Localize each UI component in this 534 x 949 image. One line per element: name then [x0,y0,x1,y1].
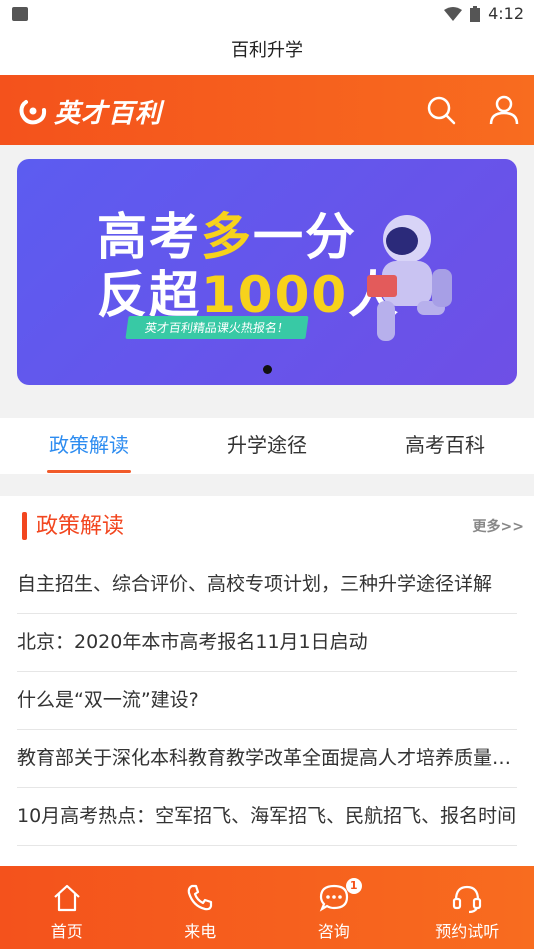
status-time: 4:12 [488,4,524,23]
section-title: 政策解读 [36,514,125,539]
list-item[interactable]: 教育部关于深化本科教育教学改革全面提高人才培养质量的意见 [17,730,517,788]
tabbar-label: 咨询 [317,922,350,941]
tab-gaokao-wiki[interactable]: 高考百科 [356,418,534,474]
app-logo: 英才百利 [18,93,162,130]
list-item[interactable]: 什么是“双一流”建设? [17,672,517,730]
category-tabs: 政策解读 升学途径 高考百科 [0,418,534,474]
tabbar-consult[interactable]: 1 咨询 [267,866,401,949]
tabbar-call[interactable]: 来电 [134,866,268,949]
chat-icon [319,884,348,912]
tab-pathways[interactable]: 升学途径 [178,418,356,474]
list-item[interactable]: 10月高考热点：空军招飞、海军招飞、民航招飞、报名时间 [17,788,517,846]
app-header: 英才百利 [0,75,534,145]
status-bar: 4:12 [0,0,534,30]
tab-policy[interactable]: 政策解读 [0,418,178,474]
banner-section: 高考多一分 反超1000人 英才百利精品课火热报名！ [0,145,534,418]
user-icon[interactable] [487,93,521,127]
notification-badge: 1 [345,878,362,894]
logo-text: 英才百利 [54,99,163,129]
search-icon[interactable] [424,93,458,127]
status-right: 4:12 [444,4,524,23]
more-link[interactable]: 更多>> [473,516,524,536]
section-accent-bar [22,512,27,540]
banner-pill: 英才百利精品课火热报名！ [125,316,309,339]
promo-banner[interactable]: 高考多一分 反超1000人 英才百利精品课火热报名！ [17,159,517,385]
tabbar-label: 首页 [50,922,83,941]
tabbar-label: 预约试听 [435,922,500,941]
astronaut-illustration [367,215,452,341]
home-icon [54,884,80,912]
wifi-icon [444,6,463,21]
page-title: 百利升学 [0,30,534,75]
battery-icon [470,5,481,22]
news-header: 政策解读 更多>> [0,496,534,556]
news-section: 政策解读 更多>> 自主招生、综合评价、高校专项计划，三种升学途径详解 北京：2… [0,496,534,866]
list-item[interactable]: 自主招生、综合评价、高校专项计划，三种升学途径详解 [17,556,517,614]
bottom-tabbar: 首页 来电 1 咨询 预约试听 [0,866,534,949]
notification-icon [12,7,28,21]
list-item[interactable]: 北京：2020年本市高考报名11月1日启动 [17,614,517,672]
tabbar-home[interactable]: 首页 [0,866,134,949]
headset-icon [453,885,482,914]
tabbar-label: 来电 [184,922,217,941]
logo-icon [19,99,47,124]
carousel-indicator[interactable] [263,365,272,374]
tabbar-trial[interactable]: 预约试听 [401,866,534,949]
phone-icon [187,884,213,911]
